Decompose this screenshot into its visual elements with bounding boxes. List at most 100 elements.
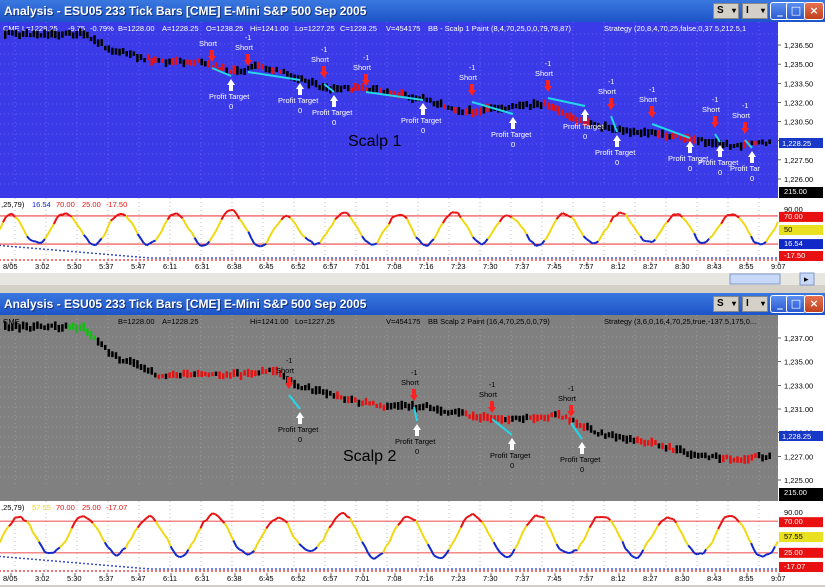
baseline-dot [471,257,473,259]
baseline-dot [403,257,405,259]
baseline-dot [315,257,317,259]
indicator-value-2: 70.00 [56,200,75,209]
baseline-dot [587,257,589,259]
baseline-dot [187,257,189,259]
time-axis-label: 7:08 [387,574,402,583]
baseline-dot [679,568,681,570]
profit-target-label: Profit Target [595,148,636,157]
price-bar [593,430,596,435]
close-button[interactable]: × [804,2,824,20]
baseline-dot-red [395,259,397,261]
price-bar [211,372,214,377]
price-bar [293,379,296,389]
baseline-dot-red [455,570,457,572]
oscillator-segment [726,514,731,518]
baseline-dot [67,250,69,253]
price-axis-label: 1,230.50 [784,118,813,127]
price-axis-label: 1,235.00 [784,358,813,367]
baseline-dot [411,568,413,570]
s-button[interactable]: S ▾ [713,296,739,312]
price-bar [539,414,543,420]
baseline-dot-red [647,570,649,572]
baseline-dot-red [287,570,289,572]
profit-target-qty: 0 [750,174,754,183]
baseline-dot-red [767,570,769,572]
price-bar [671,447,675,453]
baseline-dot-red [59,570,61,572]
price-bar [246,65,250,71]
baseline-dot [527,257,529,259]
baseline-dot-red [219,570,221,572]
price-bar [596,432,600,437]
price-bar [561,109,564,116]
price-bar [29,326,32,332]
horizontal-scrollbar[interactable] [0,273,825,285]
baseline-dot [127,255,129,258]
price-bar [568,112,571,121]
price-bar [193,59,196,67]
baseline-dot-red [239,570,241,572]
title-bar[interactable]: Analysis - ESU05 233 Tick Bars [CME] E-M… [0,0,825,22]
baseline-dot [223,568,225,570]
baseline-dot [351,257,353,259]
price-bar [646,129,650,138]
baseline-dot-red [99,259,101,261]
price-bar [343,84,346,90]
price-bar [661,129,664,138]
price-bar [439,99,443,108]
baseline-dot-red [763,259,765,261]
price-bar [468,414,471,419]
oscillator-segment [723,515,728,519]
i-button[interactable]: I ▾ [742,3,768,19]
baseline-dot [579,568,581,570]
short-label: Short [535,69,554,78]
baseline-dot [671,257,673,259]
price-bar [657,443,661,449]
baseline-dot-red [559,259,561,261]
baseline-dot-red [479,570,481,572]
price-bar [543,99,546,107]
price-bar [207,60,211,68]
baseline-dot-red [699,259,701,261]
i-button[interactable]: I ▾ [742,296,768,312]
price-axis-label: 1,236.50 [784,41,813,50]
baseline-dot [99,563,101,566]
baseline-dot-red [607,259,609,261]
baseline-dot [595,568,597,570]
baseline-dot-red [99,570,101,572]
baseline-dot [447,568,449,570]
s-button[interactable]: S ▾ [713,3,739,19]
chart-area[interactable]: CME B=1228.00 A=1228.25 Hi=1241.00 Lo=1227.2… [0,315,825,587]
time-axis-label: 6:57 [323,262,338,271]
chart-area[interactable]: CME L=1228.25 -9.75 -0.79% B=1228.00 A=1228.2… [0,22,825,290]
baseline-dot [771,568,773,570]
time-axis-label: 7:57 [579,574,594,583]
time-axis-label: 8:43 [707,262,722,271]
baseline-dot-red [483,259,485,261]
baseline-dot-red [727,570,729,572]
baseline-dot-red [419,259,421,261]
baseline-dot-red [515,259,517,261]
price-bar [711,453,714,459]
maximize-button[interactable]: □ [786,295,806,313]
price-bar [311,77,314,86]
price-bar [661,442,664,450]
panel-separator[interactable] [0,487,778,501]
baseline-dot-red [275,259,277,261]
price-bar [54,321,57,330]
trade-qty: -1 [568,386,574,393]
title-bar[interactable]: Analysis - ESU05 233 Tick Bars [CME] E-M… [0,293,825,315]
baseline-dot [391,568,393,570]
maximize-button[interactable]: □ [786,2,806,20]
baseline-dot [575,568,577,570]
price-bar [393,91,396,96]
price-bar [121,358,125,364]
scrollbar-thumb[interactable] [729,273,781,285]
price-bar [43,325,46,331]
baseline-dot [347,257,349,259]
close-button[interactable]: × [804,295,824,313]
price-bar [546,414,550,422]
price-bar [475,108,479,116]
panel-separator[interactable] [0,186,778,198]
baseline-dot [387,568,389,570]
